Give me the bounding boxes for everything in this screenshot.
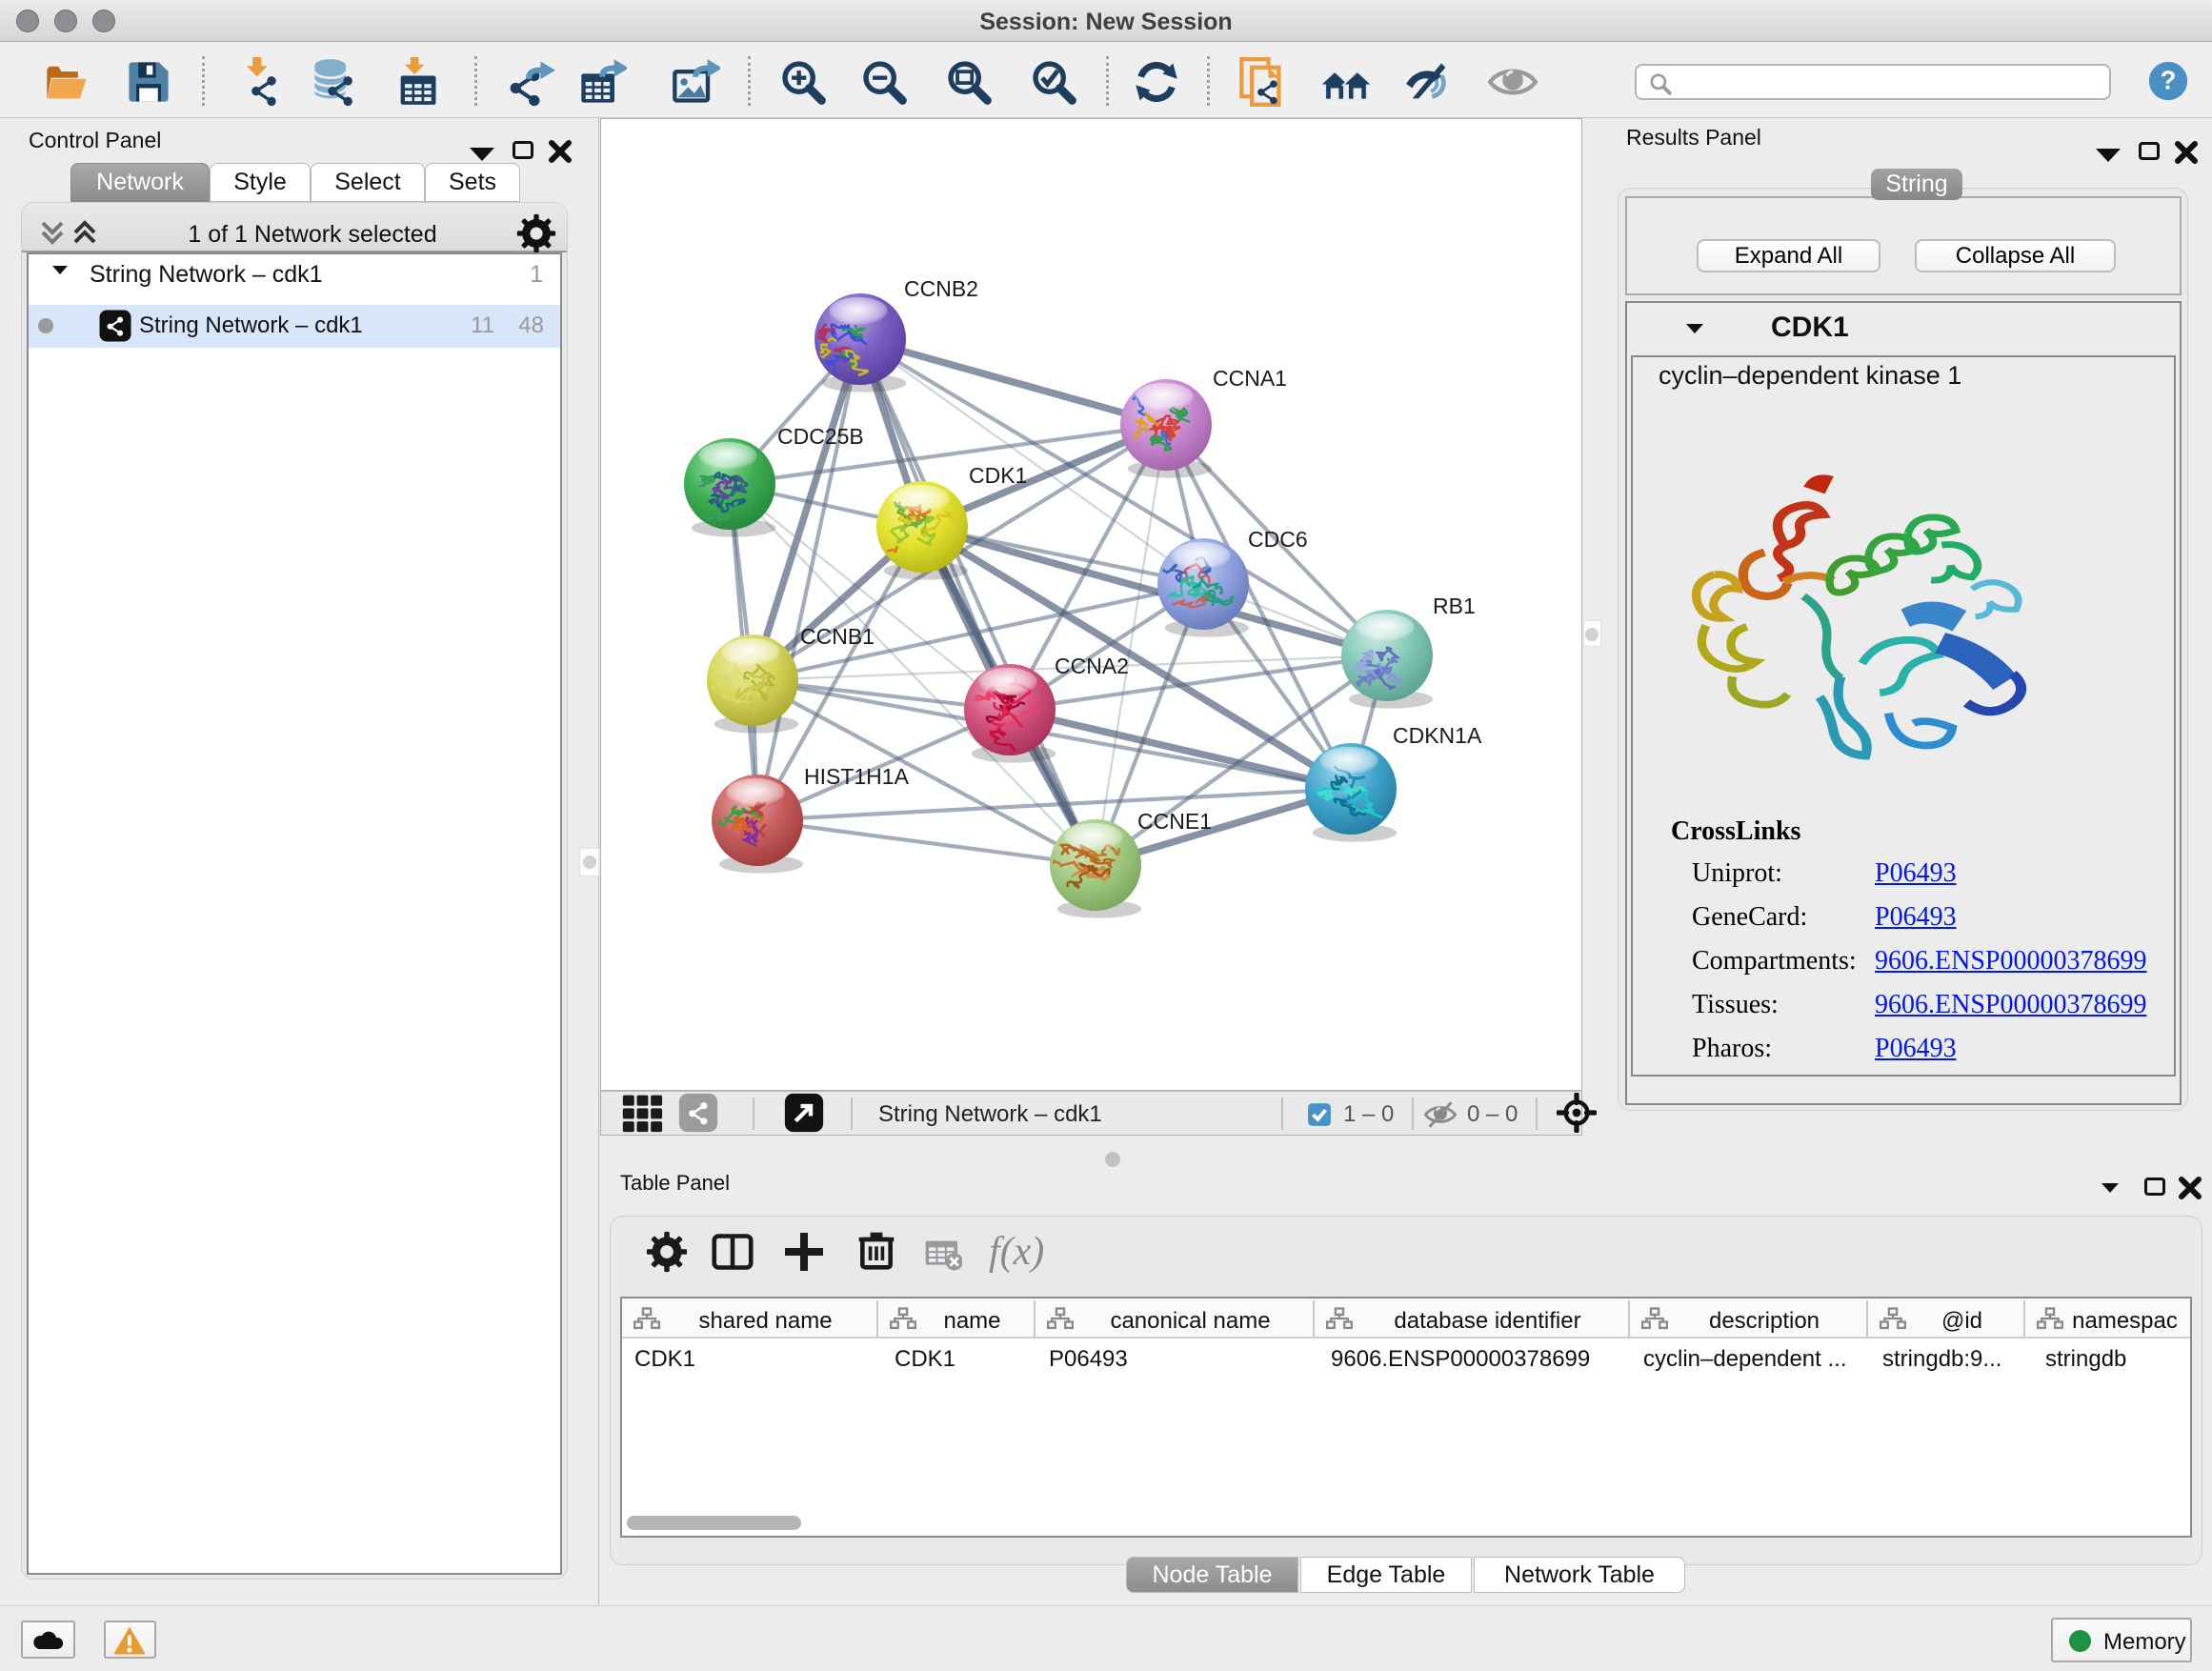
svg-text:CCNA1: CCNA1 bbox=[1213, 366, 1287, 391]
svg-text:?: ? bbox=[2161, 65, 2177, 94]
svg-text:CCNB2: CCNB2 bbox=[904, 276, 978, 301]
svg-text:RB1: RB1 bbox=[1433, 594, 1476, 618]
svg-text:CDC6: CDC6 bbox=[1248, 527, 1308, 552]
svg-text:CCNE1: CCNE1 bbox=[1137, 809, 1212, 834]
svg-text:CCNA2: CCNA2 bbox=[1055, 654, 1129, 678]
svg-text:CDC25B: CDC25B bbox=[777, 424, 864, 449]
svg-text:CDKN1A: CDKN1A bbox=[1393, 723, 1482, 748]
svg-text:HIST1H1A: HIST1H1A bbox=[804, 764, 910, 789]
svg-text:CDK1: CDK1 bbox=[969, 463, 1027, 488]
svg-text:CCNB1: CCNB1 bbox=[800, 624, 875, 649]
